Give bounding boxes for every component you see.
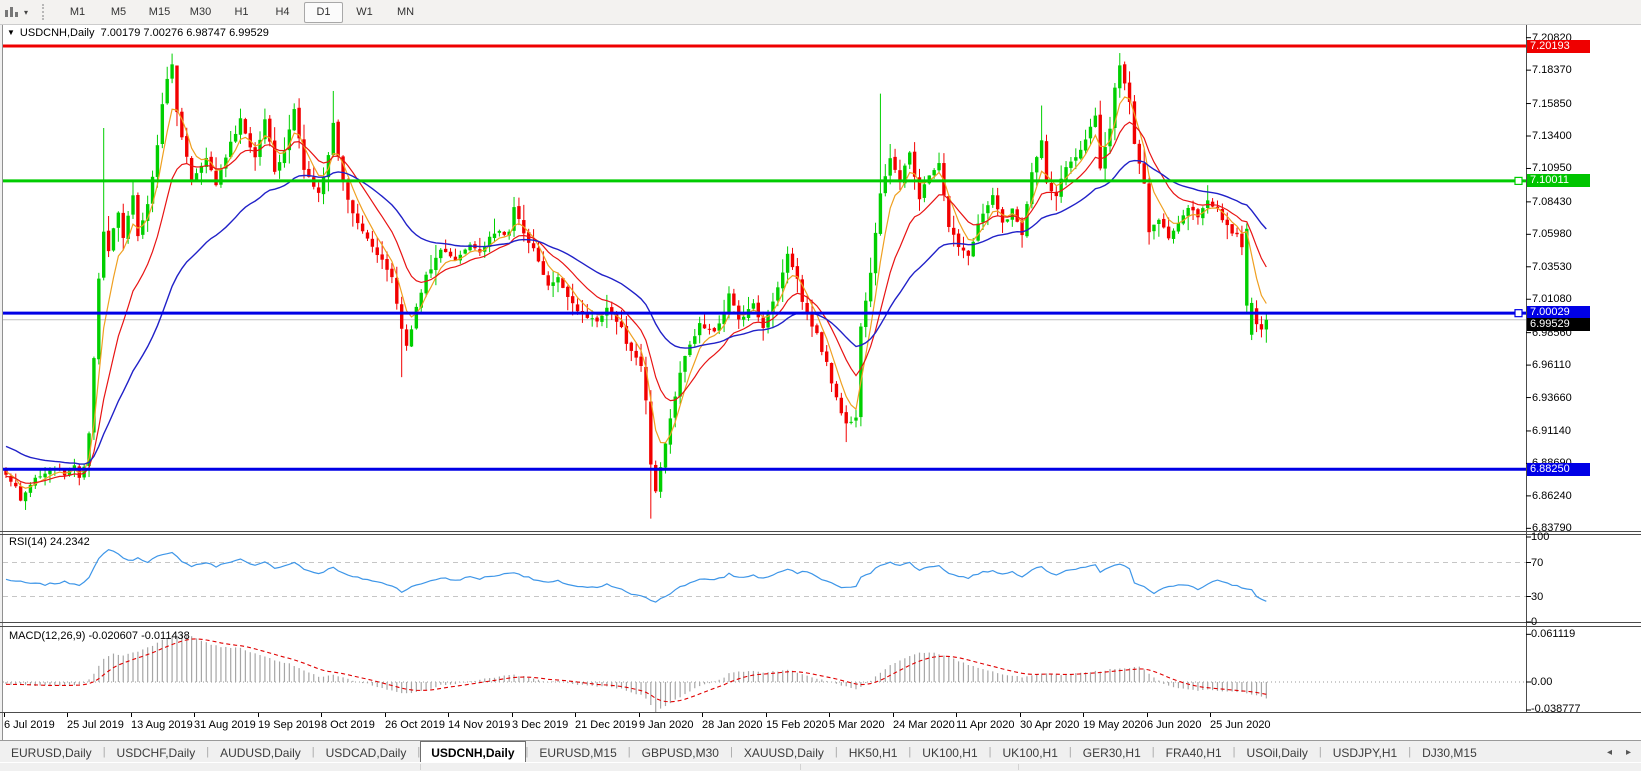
chart-tab-bar: EURUSD,Daily | USDCHF,Daily | AUDUSD,Daily | U… (0, 740, 1641, 763)
chart-tab-usdcnh-daily[interactable]: USDCNH,Daily (420, 741, 526, 763)
chart-title-symbol: USDCNH,Daily (19, 27, 95, 39)
timeframe-button-h4[interactable]: H4 (263, 2, 302, 23)
chart-cursor-icon[interactable] (2, 3, 20, 21)
chart-tab-gbpusd-m30[interactable]: GBPUSD,M30 (631, 742, 730, 763)
chart-tab-eurusd-daily[interactable]: EURUSD,Daily (0, 742, 103, 763)
chart-tab-usdchf-daily[interactable]: USDCHF,Daily (106, 742, 207, 763)
timeframe-button-mn[interactable]: MN (386, 2, 425, 23)
timeframe-button-d1[interactable]: D1 (304, 1, 343, 23)
chart-tab-dj30-m15[interactable]: DJ30,M15 (1411, 742, 1488, 763)
chart-tab-uk100-h1[interactable]: UK100,H1 (992, 742, 1069, 763)
rsi-label: RSI(14) 24.2342 (9, 536, 90, 548)
chart-tab-ger30-h1[interactable]: GER30,H1 (1072, 742, 1152, 763)
chart-tab-eurusd-m15[interactable]: EURUSD,M15 (528, 742, 627, 763)
chart-tab-fra40-h1[interactable]: FRA40,H1 (1155, 742, 1233, 763)
toolbar-grip (42, 4, 49, 20)
timeframe-button-m1[interactable]: M1 (58, 2, 97, 23)
chart-tab-uk100-h1[interactable]: UK100,H1 (911, 742, 988, 763)
timeframe-toolbar: ▾ M1 M5 M15 M30 H1 H4 D1 W1 MN (0, 0, 1641, 25)
timeframe-button-h1[interactable]: H1 (222, 2, 261, 23)
chart-tool-dropdown-caret[interactable]: ▾ (20, 3, 32, 21)
timeframe-buttons: M1 M5 M15 M30 H1 H4 D1 W1 MN (57, 1, 426, 23)
chart-title-ohlc: 7.00179 7.00276 6.98747 6.99529 (100, 27, 269, 39)
chart-tab-audusd-daily[interactable]: AUDUSD,Daily (209, 742, 312, 763)
tab-scroll-left-icon[interactable]: ◂ (1607, 747, 1612, 758)
chart-tab-usdjpy-h1[interactable]: USDJPY,H1 (1322, 742, 1408, 763)
timeframe-button-m15[interactable]: M15 (140, 2, 179, 23)
chart-tab-xauusd-daily[interactable]: XAUUSD,Daily (733, 742, 835, 763)
chart-collapse-icon[interactable]: ▼ (7, 28, 15, 37)
macd-label: MACD(12,26,9) -0.020607 -0.011438 (9, 630, 190, 642)
chart-tab-usoil-daily[interactable]: USOil,Daily (1236, 742, 1319, 763)
tab-scroll-right-icon[interactable]: ▸ (1626, 747, 1631, 758)
timeframe-button-m30[interactable]: M30 (181, 2, 220, 23)
timeframe-button-m5[interactable]: M5 (99, 2, 138, 23)
timeframe-button-w1[interactable]: W1 (345, 2, 384, 23)
chart-tab-hk50-h1[interactable]: HK50,H1 (838, 742, 909, 763)
chart-window[interactable] (2, 25, 1641, 740)
chart-tab-usdcad-daily[interactable]: USDCAD,Daily (315, 742, 418, 763)
chart-title: ▼ USDCNH,Daily 7.00179 7.00276 6.98747 6.… (7, 27, 269, 39)
